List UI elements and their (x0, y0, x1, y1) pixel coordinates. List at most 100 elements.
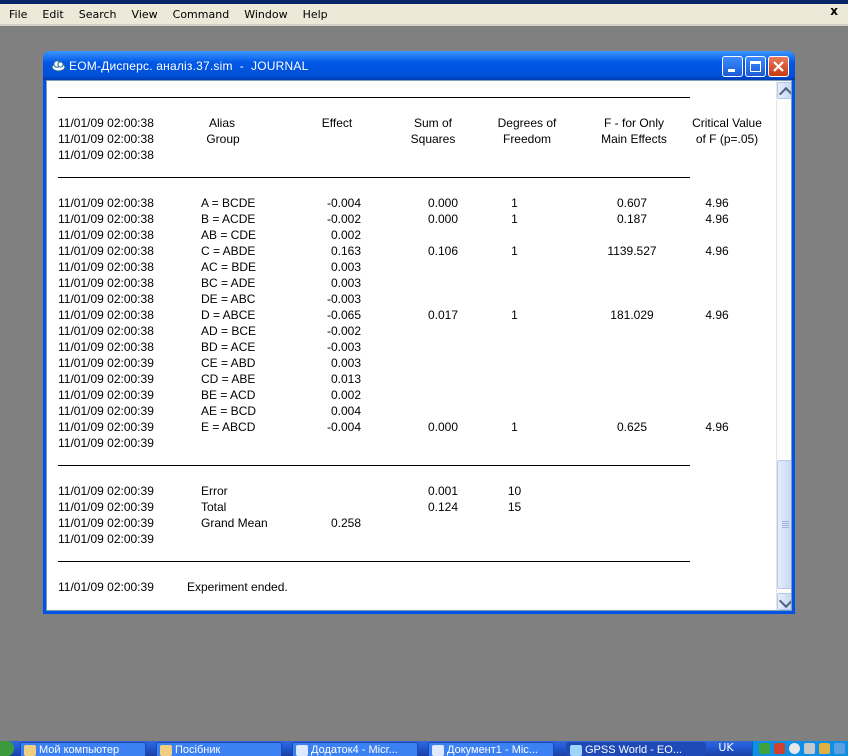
timestamp: 11/01/09 02:00:39 (58, 532, 154, 546)
sum-of-squares-cell: 0.001 (427, 484, 458, 498)
grip-icon (782, 521, 789, 529)
mdi-close-icon[interactable]: x (830, 4, 838, 18)
separator-line (58, 561, 690, 562)
alias-cell: A = BCDE (201, 196, 256, 210)
scroll-thumb[interactable] (777, 460, 791, 589)
timestamp: 11/01/09 02:00:39 (58, 500, 154, 514)
dof-cell: 1 (511, 244, 518, 258)
timestamp: 11/01/09 02:00:38 (58, 212, 154, 226)
start-button[interactable] (0, 741, 14, 756)
timestamp: 11/01/09 02:00:39 (58, 388, 154, 402)
dof-cell: 1 (511, 420, 518, 434)
task-gpss-world[interactable]: GPSS World - EO... (566, 742, 706, 756)
effect-cell: 0.013 (330, 372, 361, 386)
timestamp: 11/01/09 02:00:38 (58, 340, 154, 354)
tray-red-icon[interactable] (774, 743, 785, 754)
alias-cell: BD = ACE (201, 340, 256, 354)
timestamp: 11/01/09 02:00:38 (58, 324, 154, 338)
dof-cell: 1 (511, 308, 518, 322)
effect-cell: -0.004 (326, 420, 361, 434)
timestamp: 11/01/09 02:00:39 (58, 580, 154, 594)
scroll-down-button[interactable] (777, 593, 791, 610)
sum-of-squares-cell: 0.000 (427, 212, 458, 226)
tray-green-icon[interactable] (759, 743, 770, 754)
taskbar: Мой компьютер Посібник Додаток4 - Micr..… (0, 741, 848, 756)
effect-cell: -0.065 (326, 308, 361, 322)
menu-help[interactable]: Help (295, 8, 335, 21)
word-icon (432, 745, 444, 756)
separator-line (58, 177, 690, 178)
tray-blue-icon[interactable] (834, 743, 845, 754)
f-value-cell: 0.187 (616, 212, 648, 226)
timestamp: 11/01/09 02:00:38 (58, 276, 154, 290)
effect-cell: 0.258 (330, 516, 361, 530)
timestamp: 11/01/09 02:00:38 (58, 196, 154, 210)
gpss-icon (570, 745, 582, 756)
alias-cell: AE = BCD (201, 404, 257, 418)
task-my-computer[interactable]: Мой компьютер (20, 742, 146, 756)
effect-cell: 0.003 (330, 356, 361, 370)
maximize-button[interactable] (745, 56, 766, 77)
title-bar[interactable]: EOM-Дисперс. аналіз.37.sim - JOURNAL (43, 51, 795, 80)
vertical-scrollbar[interactable] (776, 81, 791, 610)
timestamp: 11/01/09 02:00:38 (58, 148, 154, 162)
menu-command[interactable]: Command (165, 8, 237, 21)
tray-circle-icon[interactable] (789, 743, 800, 754)
effect-cell: -0.003 (326, 292, 361, 306)
dof-cell: 1 (511, 212, 518, 226)
gpss-cloud-icon (51, 60, 66, 72)
task-dodatok4[interactable]: Додаток4 - Micr... (292, 742, 418, 756)
minimize-button[interactable] (722, 56, 743, 77)
folder-icon (160, 745, 172, 756)
alias-cell: BC = ADE (201, 276, 256, 290)
tray-yellow-icon[interactable] (819, 743, 830, 754)
effect-cell: -0.003 (326, 340, 361, 354)
close-button[interactable] (768, 56, 789, 77)
task-posibnyk[interactable]: Посібник (156, 742, 282, 756)
journal-content[interactable]: 11/01/09 02:00:38 11/01/09 02:00:38 11/01/… (46, 80, 792, 611)
effect-cell: 0.004 (330, 404, 361, 418)
menu-edit[interactable]: Edit (34, 8, 70, 21)
alias-cell: AB = CDE (201, 228, 257, 242)
critical-value-cell: 4.96 (705, 244, 729, 258)
alias-group-header: Group (206, 132, 240, 146)
computer-icon (24, 745, 36, 756)
timestamp: 11/01/09 02:00:39 (58, 484, 154, 498)
menu-file[interactable]: File (0, 8, 34, 21)
timestamp: 11/01/09 02:00:39 (58, 516, 154, 530)
f-value-cell: 0.625 (616, 420, 648, 434)
timestamp: 11/01/09 02:00:38 (58, 132, 154, 146)
close-icon (773, 61, 784, 72)
effect-cell: 0.002 (330, 388, 361, 402)
scroll-up-button[interactable] (777, 82, 791, 99)
menu-bar: File Edit Search View Command Window Hel… (0, 4, 848, 24)
dof-cell: 15 (507, 500, 522, 514)
sum-of-squares-cell: 0.000 (427, 420, 458, 434)
sum-of-squares-header: Sum of (413, 116, 452, 130)
language-indicator[interactable]: UK (712, 741, 740, 756)
dof-cell: 10 (507, 484, 522, 498)
degrees-of-freedom-header: Freedom (502, 132, 552, 146)
critical-value-cell: 4.96 (705, 420, 729, 434)
word-icon (296, 745, 308, 756)
timestamp: 11/01/09 02:00:39 (58, 436, 154, 450)
alias-group-header: Alias (209, 116, 236, 130)
journal-window: EOM-Дисперс. аналіз.37.sim - JOURNAL 11/… (43, 51, 795, 614)
menu-search[interactable]: Search (71, 8, 124, 21)
window-title: EOM-Дисперс. аналіз.37.sim - JOURNAL (69, 59, 309, 73)
task-document1[interactable]: Документ1 - Mic... (428, 742, 554, 756)
experiment-ended-message: Experiment ended. (187, 580, 288, 594)
menu-separator (0, 24, 848, 26)
effect-cell: -0.004 (326, 196, 361, 210)
dof-cell: 1 (511, 196, 518, 210)
timestamp: 11/01/09 02:00:38 (58, 116, 154, 130)
menu-view[interactable]: View (124, 8, 165, 21)
tray-gray-icon[interactable] (804, 743, 815, 754)
f-value-cell: 1139.527 (607, 244, 657, 258)
critical-value-header: Critical Value (692, 116, 762, 130)
alias-cell: C = ABDE (201, 244, 256, 258)
menu-window[interactable]: Window (236, 8, 294, 21)
timestamp: 11/01/09 02:00:38 (58, 292, 154, 306)
sum-of-squares-cell: 0.017 (427, 308, 458, 322)
alias-cell: CE = ABD (201, 356, 256, 370)
